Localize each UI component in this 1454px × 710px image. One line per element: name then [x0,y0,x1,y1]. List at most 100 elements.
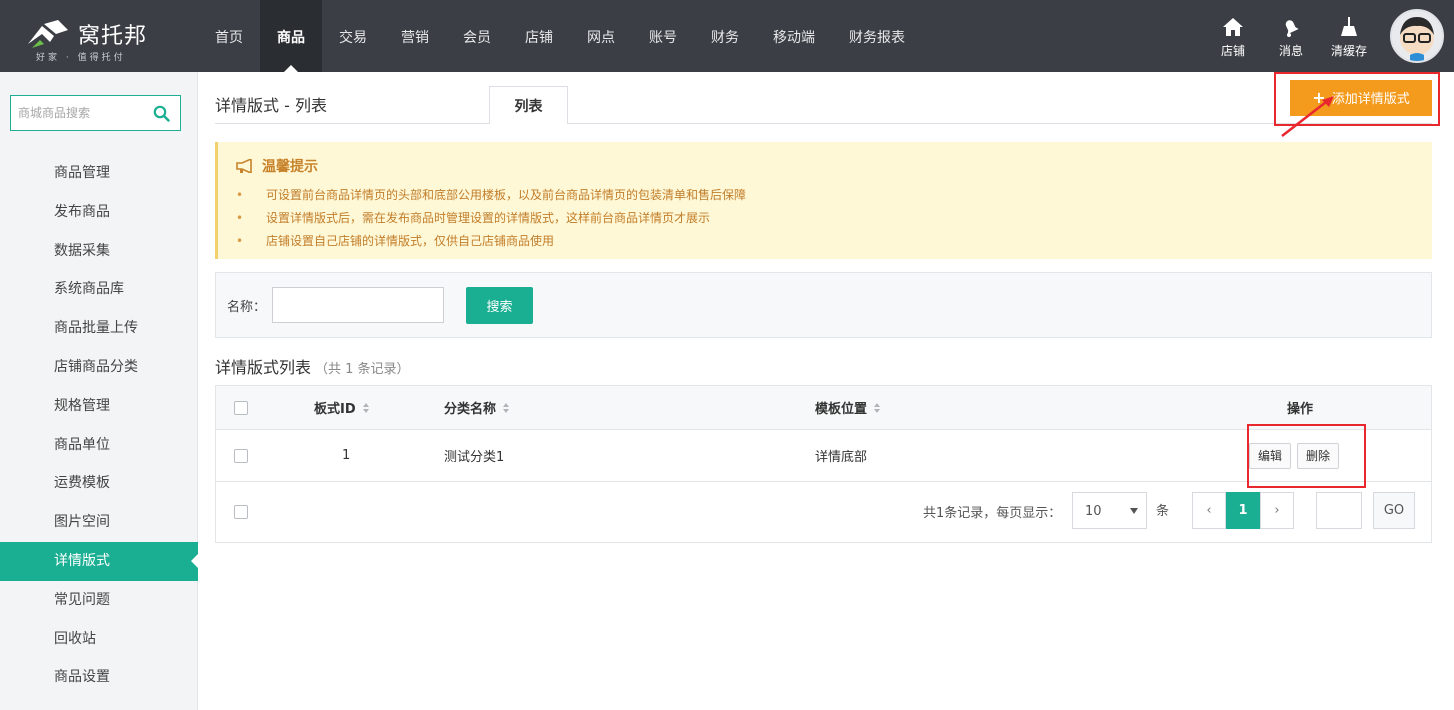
header-checkbox-cell [234,386,248,429]
top-navbar: 窝托邦 好家 · 值得托付 首页 商品 交易 营销 会员 店铺 网点 账号 财务… [0,0,1454,72]
row-id: 1 [342,448,351,463]
sidebar: 商品管理 发布商品 数据采集 系统商品库 商品批量上传 店铺商品分类 规格管理 … [0,72,199,710]
main-nav: 首页 商品 交易 营销 会员 店铺 网点 账号 财务 移动端 财务报表 [198,0,922,72]
sidebar-item-faq[interactable]: 常见问题 [0,581,198,620]
page-size-select[interactable]: 10 [1072,492,1147,529]
sidebar-menu: 商品管理 发布商品 数据采集 系统商品库 商品批量上传 店铺商品分类 规格管理 … [0,154,199,697]
footer-select-all-checkbox[interactable] [234,505,248,519]
tips-item: 店铺设置自己店铺的详情版式，仅供自己店铺商品使用 [236,230,746,253]
tool-messages-label: 消息 [1278,44,1303,58]
sidebar-item-goods-settings[interactable]: 商品设置 [0,658,198,697]
sidebar-item-recycle-bin[interactable]: 回收站 [0,620,198,659]
name-filter-label: 名称： [227,300,267,315]
search-icon[interactable] [153,105,170,122]
sidebar-item-spec-management[interactable]: 规格管理 [0,387,198,426]
sidebar-item-image-space[interactable]: 图片空间 [0,503,198,542]
column-header-id[interactable]: 板式ID [314,386,370,429]
broom-icon [1341,17,1357,36]
column-header-id-label: 板式ID [314,402,356,417]
pager-summary: 共1条记录，每页显示： [923,506,1062,521]
table-row: 1 测试分类1 详情底部 编辑 删除 [216,424,1431,488]
next-page-button[interactable]: › [1260,492,1294,529]
nav-item-finance-report[interactable]: 财务报表 [832,0,922,72]
select-all-checkbox[interactable] [234,400,248,415]
filter-bar: 名称： 搜索 [215,272,1432,338]
sidebar-item-shipping-template[interactable]: 运费模板 [0,464,198,503]
column-header-category[interactable]: 分类名称 [444,386,510,429]
row-category: 测试分类1 [444,450,505,465]
column-header-position[interactable]: 模板位置 [815,386,881,429]
home-icon [1223,18,1243,36]
tool-store[interactable]: 店铺 [1204,0,1262,72]
sort-icon [874,402,881,413]
sidebar-item-publish-goods[interactable]: 发布商品 [0,193,198,232]
annotation-arrow-icon [1281,96,1334,137]
nav-item-outlet[interactable]: 网点 [570,0,632,72]
nav-item-store[interactable]: 店铺 [508,0,570,72]
chevron-down-icon [1130,508,1138,514]
brand-logo[interactable]: 窝托邦 好家 · 值得托付 [22,12,182,63]
main-content: 详情版式 - 列表 列表 +添加详情版式 温馨提示 可设置前台商品详情页的头部和… [198,72,1454,710]
tips-list: 可设置前台商品详情页的头部和底部公用楼板，以及前台商品详情页的包装清单和售后保障… [236,184,746,253]
row-position: 详情底部 [815,450,868,465]
nav-item-goods[interactable]: 商品 [260,0,322,72]
name-filter-input[interactable] [272,287,444,323]
nav-item-mobile[interactable]: 移动端 [756,0,832,72]
tool-clear-cache-label: 清缓存 [1330,44,1367,58]
tab-divider [215,123,1432,124]
page-number-button[interactable]: 1 [1226,492,1260,529]
sidebar-item-store-categories[interactable]: 店铺商品分类 [0,348,198,387]
nav-item-member[interactable]: 会员 [446,0,508,72]
list-title-text: 详情版式列表 [215,358,312,377]
goods-search-input[interactable] [11,96,147,130]
sidebar-item-detail-layout[interactable]: 详情版式 [0,541,199,581]
nav-item-trade[interactable]: 交易 [322,0,384,72]
sidebar-item-goods-management[interactable]: 商品管理 [0,154,198,193]
sort-icon [362,402,369,413]
footer-checkbox-cell [234,482,248,542]
tool-clear-cache[interactable]: 清缓存 [1320,0,1378,72]
nav-item-finance[interactable]: 财务 [694,0,756,72]
go-button[interactable]: GO [1373,492,1415,529]
tips-item: 设置详情版式后，需在发布商品时管理设置的详情版式，这样前台商品详情页才展示 [236,207,746,230]
tips-item: 可设置前台商品详情页的头部和底部公用楼板，以及前台商品详情页的包装清单和售后保障 [236,184,746,207]
list-record-count: （共 1 条记录） [315,362,410,377]
tips-title-text: 温馨提示 [262,159,318,175]
column-header-actions: 操作 [1287,386,1313,429]
sidebar-item-system-goods-library[interactable]: 系统商品库 [0,270,198,309]
sidebar-search [10,95,181,131]
top-tools: 店铺 消息 清缓存 [1204,0,1378,72]
detail-layout-table: 板式ID 分类名称 模板位置 操作 1 测试分类1 详情底部 编辑 删除 共1条… [215,385,1432,543]
megaphone-icon [236,159,252,173]
logo-icon [28,20,68,48]
sidebar-item-batch-upload[interactable]: 商品批量上传 [0,309,198,348]
row-checkbox-cell [234,430,248,481]
bell-icon [1285,20,1299,37]
page-title: 详情版式 - 列表 [215,96,327,115]
prev-page-button[interactable]: ‹ [1192,492,1226,529]
page-size-unit: 条 [1156,504,1170,519]
highlight-box-actions [1247,424,1366,488]
page-size-value: 10 [1085,504,1102,519]
brand-tagline: 好家 · 值得托付 [36,53,126,63]
column-header-position-label: 模板位置 [815,402,868,417]
column-header-category-label: 分类名称 [444,402,497,417]
sort-icon [503,402,510,413]
search-button[interactable]: 搜索 [466,287,533,324]
sidebar-item-data-collection[interactable]: 数据采集 [0,232,198,271]
brand-name: 窝托邦 [78,24,148,49]
column-header-actions-label: 操作 [1287,402,1314,417]
tool-store-label: 店铺 [1220,44,1245,58]
row-checkbox[interactable] [234,448,248,463]
tips-title: 温馨提示 [236,156,318,176]
avatar-image-icon [1400,17,1434,61]
nav-item-home[interactable]: 首页 [198,0,260,72]
go-page-input[interactable] [1316,492,1362,529]
user-avatar[interactable] [1390,9,1444,63]
nav-item-account[interactable]: 账号 [632,0,694,72]
tips-panel: 温馨提示 可设置前台商品详情页的头部和底部公用楼板，以及前台商品详情页的包装清单… [215,142,1432,259]
sidebar-item-goods-unit[interactable]: 商品单位 [0,426,198,465]
nav-item-marketing[interactable]: 营销 [384,0,446,72]
tool-messages[interactable]: 消息 [1262,0,1320,72]
tab-list[interactable]: 列表 [489,86,568,124]
